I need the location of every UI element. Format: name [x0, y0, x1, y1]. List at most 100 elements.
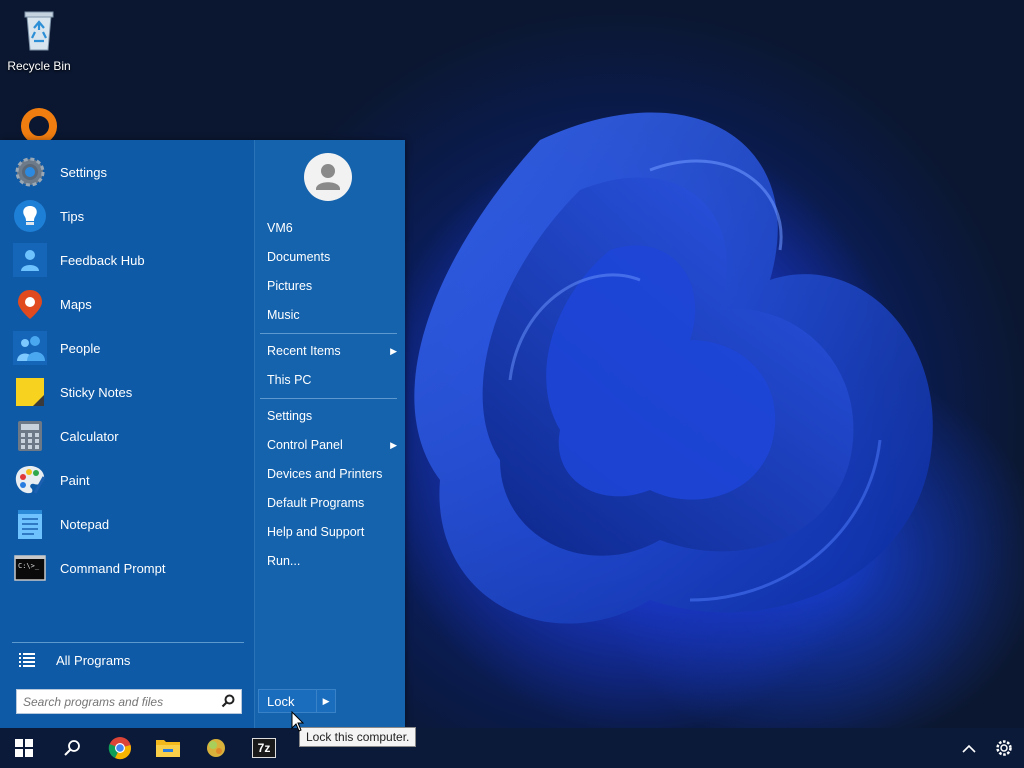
list-icon [12, 648, 42, 672]
place-item-help-support[interactable]: Help and Support [267, 521, 401, 543]
user-avatar[interactable] [304, 153, 352, 201]
start-item-label: People [60, 340, 101, 356]
search-icon [221, 694, 235, 713]
mouse-cursor-icon [291, 711, 305, 732]
taskbar-7zip[interactable]: 7z [240, 728, 288, 768]
calculator-icon [12, 418, 48, 454]
separator [260, 398, 397, 399]
search-box[interactable] [16, 689, 242, 714]
desktop-icon-orange-app[interactable] [4, 106, 74, 140]
feedback-person-icon [12, 242, 48, 278]
start-item-calculator[interactable]: Calculator [12, 415, 248, 457]
start-item-label: Feedback Hub [60, 252, 145, 268]
place-item-label: Help and Support [267, 525, 365, 539]
gear-icon [996, 740, 1012, 756]
chrome-icon [108, 737, 131, 760]
start-item-label: Sticky Notes [60, 384, 133, 400]
taskbar-search-button[interactable] [48, 728, 96, 768]
recycle-bin-icon [24, 11, 54, 51]
place-item-default-programs[interactable]: Default Programs [267, 492, 401, 514]
tooltip-text: Lock this computer. [306, 730, 410, 744]
place-item-recent-items[interactable]: Recent Items ▶ [267, 340, 401, 362]
lock-tooltip: Lock this computer. [299, 727, 417, 747]
start-item-notepad[interactable]: Notepad [12, 503, 248, 545]
taskbar-app-ball[interactable] [192, 728, 240, 768]
place-item-label: Pictures [267, 279, 313, 293]
lock-button-label: Lock [267, 693, 295, 709]
lock-button[interactable]: Lock [259, 690, 316, 712]
place-item-label: VM6 [267, 221, 293, 235]
place-item-music[interactable]: Music [267, 304, 401, 326]
search-icon [64, 740, 80, 756]
tray-settings-button[interactable] [984, 728, 1024, 768]
orange-app-icon [21, 108, 57, 140]
start-item-label: Maps [60, 296, 92, 312]
map-pin-icon [12, 286, 48, 322]
place-item-label: Default Programs [267, 496, 365, 510]
start-item-paint[interactable]: Paint [12, 459, 248, 501]
place-item-label: Settings [267, 409, 313, 423]
windows-start-icon [15, 739, 33, 757]
submenu-arrow-icon: ▶ [390, 439, 397, 450]
separator [260, 333, 397, 334]
place-item-label: Run... [267, 554, 301, 568]
all-programs-label: All Programs [56, 652, 131, 668]
start-menu-programs-column: Settings Tips Feedback Hub Maps People S… [0, 140, 254, 728]
place-item-this-pc[interactable]: This PC [267, 369, 401, 391]
notepad-icon [12, 506, 48, 542]
place-item-pictures[interactable]: Pictures [267, 275, 401, 297]
start-item-sticky-notes[interactable]: Sticky Notes [12, 371, 248, 413]
chevron-right-icon: ▶ [322, 695, 330, 706]
sticky-note-icon [12, 374, 48, 410]
start-menu-places-column: VM6 Documents Pictures Music Recent Item… [254, 140, 405, 728]
desktop-icon-recycle-bin[interactable]: Recycle Bin [4, 8, 74, 73]
start-item-command-prompt[interactable]: C:\>_ Command Prompt [12, 547, 248, 589]
power-options-arrow-button[interactable]: ▶ [316, 690, 335, 712]
place-item-user[interactable]: VM6 [267, 217, 401, 239]
start-item-tips[interactable]: Tips [12, 195, 248, 237]
place-item-label: Devices and Printers [267, 467, 383, 481]
file-explorer-icon [156, 740, 180, 757]
app-ball-icon [207, 739, 225, 757]
desktop-icon-label: Recycle Bin [7, 59, 71, 73]
wallpaper-bloom [414, 112, 933, 624]
place-item-label: Control Panel [267, 438, 343, 452]
taskbar-chrome[interactable] [96, 728, 144, 768]
place-item-label: Recent Items [267, 344, 341, 358]
place-item-label: This PC [267, 373, 312, 387]
system-tray [954, 728, 1024, 768]
user-icon [316, 164, 340, 190]
place-item-run[interactable]: Run... [267, 550, 401, 572]
chevron-up-icon [962, 744, 976, 753]
start-button[interactable] [0, 728, 48, 768]
start-item-label: Settings [60, 164, 107, 180]
search-input[interactable] [17, 690, 225, 713]
separator [12, 642, 244, 643]
7zip-icon: 7z [252, 738, 276, 758]
start-menu: Settings Tips Feedback Hub Maps People S… [0, 140, 405, 728]
place-item-settings[interactable]: Settings [267, 405, 401, 427]
taskbar-file-explorer[interactable] [144, 728, 192, 768]
people-icon [12, 330, 48, 366]
place-item-devices-printers[interactable]: Devices and Printers [267, 463, 401, 485]
show-hidden-icons-button[interactable] [954, 728, 984, 768]
start-item-settings[interactable]: Settings [12, 151, 248, 193]
place-item-control-panel[interactable]: Control Panel ▶ [267, 434, 401, 456]
start-item-label: Paint [60, 472, 90, 488]
start-item-people[interactable]: People [12, 327, 248, 369]
place-item-documents[interactable]: Documents [267, 246, 401, 268]
taskbar: 7z [0, 728, 1024, 768]
start-item-feedback-hub[interactable]: Feedback Hub [12, 239, 248, 281]
start-item-maps[interactable]: Maps [12, 283, 248, 325]
paint-palette-icon [12, 462, 48, 498]
submenu-arrow-icon: ▶ [390, 345, 397, 356]
start-item-label: Command Prompt [60, 560, 166, 576]
place-item-label: Documents [267, 250, 331, 264]
all-programs-button[interactable]: All Programs [12, 648, 248, 672]
start-item-label: Calculator [60, 428, 119, 444]
start-item-label: Notepad [60, 516, 110, 532]
svg-text:C:\>_: C:\>_ [18, 562, 40, 570]
lock-button-group: Lock ▶ [258, 689, 336, 713]
lightbulb-icon [12, 198, 48, 234]
start-item-label: Tips [60, 208, 85, 224]
